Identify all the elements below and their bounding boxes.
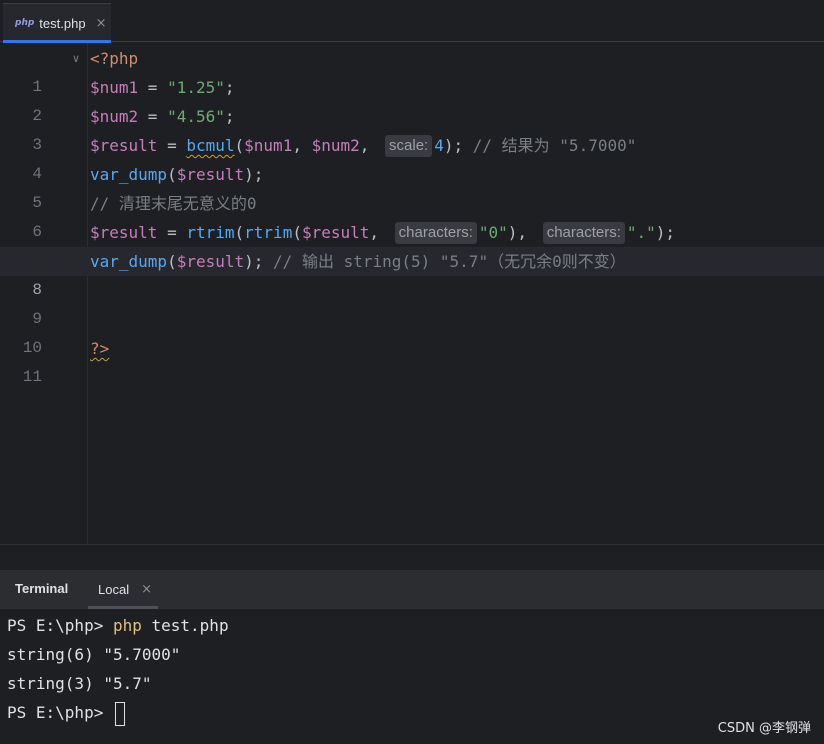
punctuation: ; [224,78,235,97]
close-icon[interactable]: × [141,582,152,597]
variable: $num2 [311,136,360,155]
punctuation: ( [234,136,245,155]
variable: $result [90,223,158,242]
command: php [112,616,142,635]
comment: // 结果为 "5.7000" [472,136,637,155]
punctuation: , [359,136,380,155]
string-literal: "1.25" [167,78,225,97]
punctuation: , [369,223,389,242]
function-name: var_dump [90,252,168,271]
function-name: var_dump [90,165,168,184]
comment: // 清理末尾无意义的0 [90,194,257,213]
parameter-hint: scale: [385,135,433,157]
terminal-output[interactable]: PS E:\php> php test.php string(6) "5.700… [0,609,824,744]
close-icon[interactable]: × [96,16,107,31]
punctuation: ( [292,223,302,242]
string-literal: "4.56" [167,107,225,126]
variable: $num1 [244,136,293,155]
punctuation: , [292,136,312,155]
number-literal: 4 [434,136,444,155]
php-open-tag: <?php [90,49,139,68]
command-output: string(3) "5.7" [7,674,152,693]
terminal-tab-label: Local [98,582,130,597]
operator: = [138,78,168,97]
punctuation: ); [244,252,274,271]
variable: $result [176,165,245,184]
terminal-cursor [114,701,125,726]
punctuation: ( [167,165,177,184]
terminal-line: string(3) "5.7" [7,669,152,698]
code-line[interactable]: 10 [0,305,824,357]
command-args: test.php [141,616,229,635]
terminal-line: string(6) "5.7000" [7,640,180,669]
code-line[interactable]: 5 var_dump($result); [0,160,824,212]
code-editor[interactable]: 1 ∨ <?php 2 $num1 = "1.25"; 3 $num2 = "4… [0,43,824,544]
shell-prompt: PS E:\php> [7,703,113,722]
editor-tab-bar: php test.php × [0,0,824,43]
punctuation: ); [443,136,473,155]
string-literal: "0" [478,223,508,242]
punctuation: ), [507,223,537,242]
punctuation: ( [167,252,177,271]
punctuation: ; [224,107,235,126]
code-line[interactable]: 7 $result = rtrim(rtrim($result, charact… [0,218,824,270]
tab-local[interactable]: Local × [88,570,158,609]
code-line[interactable]: 4 $result = bcmul($num1, $num2, scale: 4)… [0,131,824,183]
function-name: rtrim [244,223,293,242]
watermark: CSDN @李钢弹 [717,721,811,736]
operator: = [138,107,168,126]
php-file-icon: php [15,18,35,28]
shell-prompt: PS E:\php> [7,616,113,635]
code-line[interactable]: 2 $num1 = "1.25"; [0,73,824,125]
operator: = [157,223,187,242]
panel-divider[interactable] [0,544,824,570]
terminal-toolbar: Terminal Local × [0,570,824,609]
terminal-line: PS E:\php> php test.php [7,611,229,640]
code-line[interactable]: 6 // 清理末尾无意义的0 [0,189,824,241]
tab-test-php[interactable]: php test.php × [3,3,111,43]
terminal-line[interactable]: PS E:\php> [7,698,125,727]
code-line[interactable]: 9 [0,276,824,328]
parameter-hint: characters: [542,222,625,244]
operator: = [157,136,187,155]
terminal-title: Terminal [15,581,69,596]
php-close-tag: ?> [90,339,110,358]
parameter-hint: characters: [394,222,477,244]
code-line[interactable]: 11 ?> [0,334,824,386]
punctuation: ( [234,223,245,242]
code-line[interactable]: 1 ∨ <?php [0,44,824,96]
function-name: bcmul [186,136,235,155]
line-number: 11 [22,368,42,386]
variable: $result [301,223,370,242]
function-name: rtrim [186,223,235,242]
variable: $num2 [90,107,139,126]
string-literal: "." [626,223,656,242]
punctuation: ); [244,165,264,184]
variable: $result [90,136,158,155]
code-line[interactable]: 3 $num2 = "4.56"; [0,102,824,154]
comment: // 输出 string(5) "5.7"（无冗余0则不变） [273,252,626,271]
variable: $result [176,252,245,271]
chevron-down-icon[interactable]: ∨ [72,44,80,73]
tab-label: test.php [39,15,86,31]
punctuation: ); [655,223,676,242]
command-output: string(6) "5.7000" [7,645,181,664]
code-line-current[interactable]: 8 var_dump($result); // 输出 string(5) "5.… [0,247,824,299]
variable: $num1 [90,78,139,97]
